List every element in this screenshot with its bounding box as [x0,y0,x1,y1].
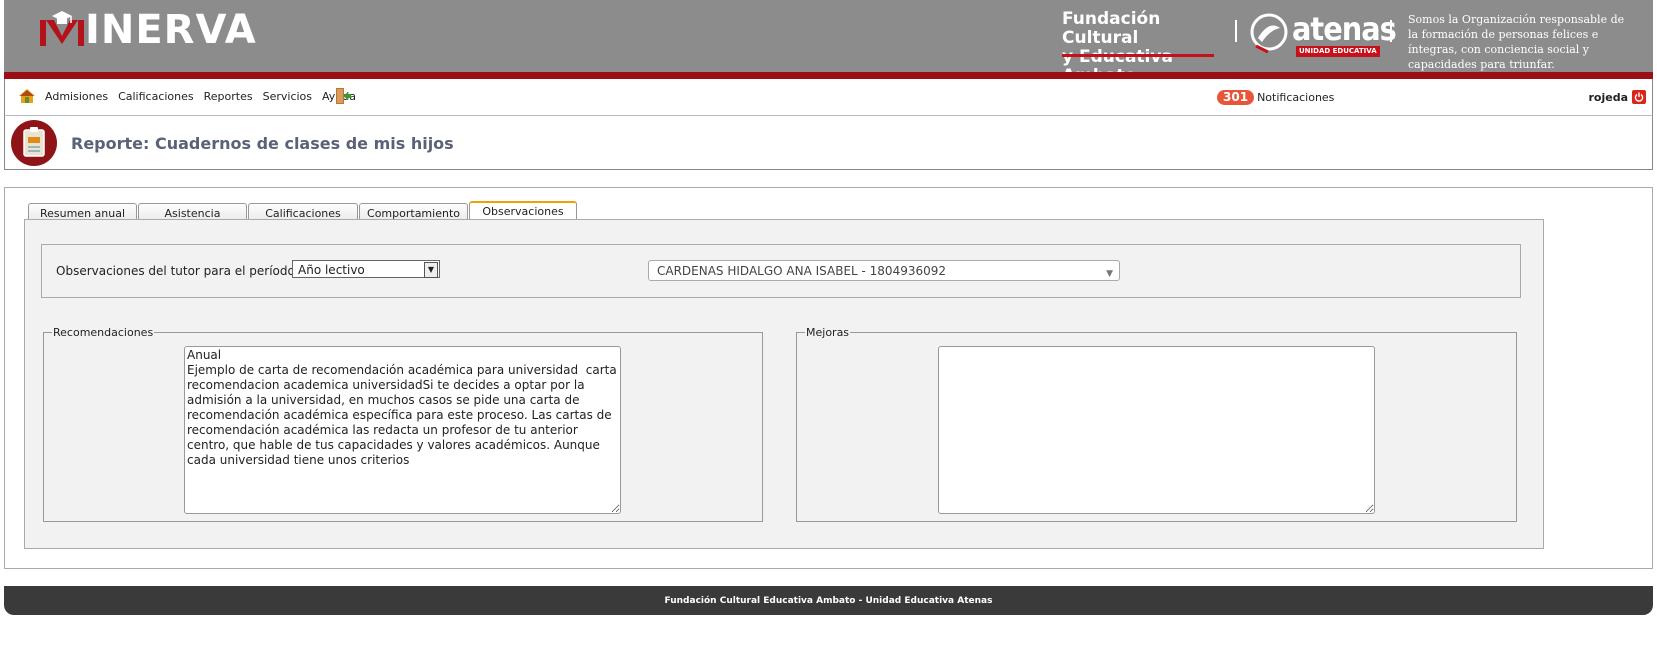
mortarboard-m-logo-icon [40,10,84,50]
foundation-line1: Fundación Cultural [1062,9,1161,48]
content-border-right [1652,188,1653,568]
footer-text: Fundación Cultural Educativa Ambato - Un… [664,596,993,606]
home-icon[interactable] [19,89,35,106]
brand-name: INERVA [85,7,257,53]
period-select-value: Año lectivo [298,263,365,277]
notebook-icon [11,120,57,166]
user-menu[interactable]: rojeda [1588,90,1646,104]
mejoras-legend: Mejoras [806,326,850,339]
period-select[interactable]: Año lectivo ▼ [292,260,440,278]
atenas-tag: UNIDAD EDUCATIVA [1296,46,1380,57]
recomendaciones-textarea[interactable]: Anual Ejemplo de carta de recomendación … [184,346,621,514]
footer-divider [4,568,1653,569]
content-top-divider [4,187,1653,188]
exit-icon[interactable] [335,87,351,108]
foundation-underline [1062,54,1214,57]
observaciones-panel: Observaciones del tutor para el período:… [24,219,1544,549]
header-red-bar [4,72,1653,79]
menu-reportes[interactable]: Reportes [204,90,253,103]
username: rojeda [1588,90,1628,104]
page-title: Reporte: Cuadernos de clases de mis hijo… [71,134,454,153]
footer: Fundación Cultural Educativa Ambato - Un… [4,586,1653,615]
period-label: Observaciones del tutor para el período: [56,264,299,278]
chevron-down-icon[interactable]: ▼ [424,262,438,278]
slogan: Somos la Organización responsable de la … [1408,13,1625,71]
menu-calificaciones[interactable]: Calificaciones [118,90,194,103]
divider [1390,20,1392,42]
student-select[interactable]: CARDENAS HIDALGO ANA ISABEL - 1804936092… [648,260,1120,281]
notification-count-badge: 301 [1217,90,1255,105]
mejoras-textarea[interactable] [938,346,1375,514]
app-frame: INERVA Fundación Cultural y Educativa Am… [4,0,1653,650]
menu-admisiones[interactable]: Admisiones [45,90,108,103]
atenas-logo: atenas UNIDAD EDUCATIVA [1248,12,1397,59]
atenas-word: atenas [1292,10,1397,48]
chevron-down-icon[interactable]: ▼ [1106,264,1113,284]
atenas-logo-icon [1248,12,1290,59]
header-banner: INERVA Fundación Cultural y Educativa Am… [4,0,1653,86]
top-nav: Admisiones Calificaciones Reportes Servi… [4,79,1653,115]
minerva-logo[interactable]: INERVA [40,10,257,50]
student-select-value: CARDENAS HIDALGO ANA ISABEL - 1804936092 [657,264,947,278]
page-header: Reporte: Cuadernos de clases de mis hijo… [4,115,1653,170]
menu-servicios[interactable]: Servicios [263,90,312,103]
divider [1235,20,1237,42]
period-filter: Observaciones del tutor para el período:… [41,244,1521,298]
notifications[interactable]: 301 Notificaciones [1217,90,1334,105]
recomendaciones-legend: Recomendaciones [53,326,154,339]
content-border-left [4,188,5,568]
notifications-label: Notificaciones [1257,91,1335,104]
main-menu: Admisiones Calificaciones Reportes Servi… [45,90,366,103]
power-icon[interactable] [1632,90,1646,104]
